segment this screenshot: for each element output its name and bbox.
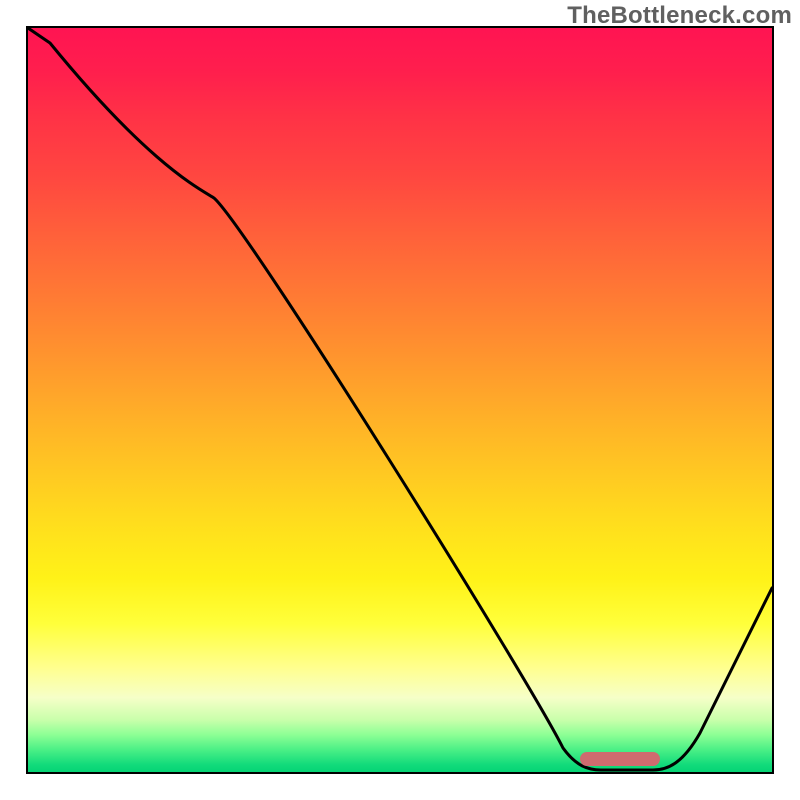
watermark-text: TheBottleneck.com <box>567 2 792 30</box>
bottleneck-curve <box>28 28 772 772</box>
optimal-range-marker <box>580 752 660 766</box>
chart-root: TheBottleneck.com <box>0 0 800 800</box>
plot-area <box>26 26 774 774</box>
